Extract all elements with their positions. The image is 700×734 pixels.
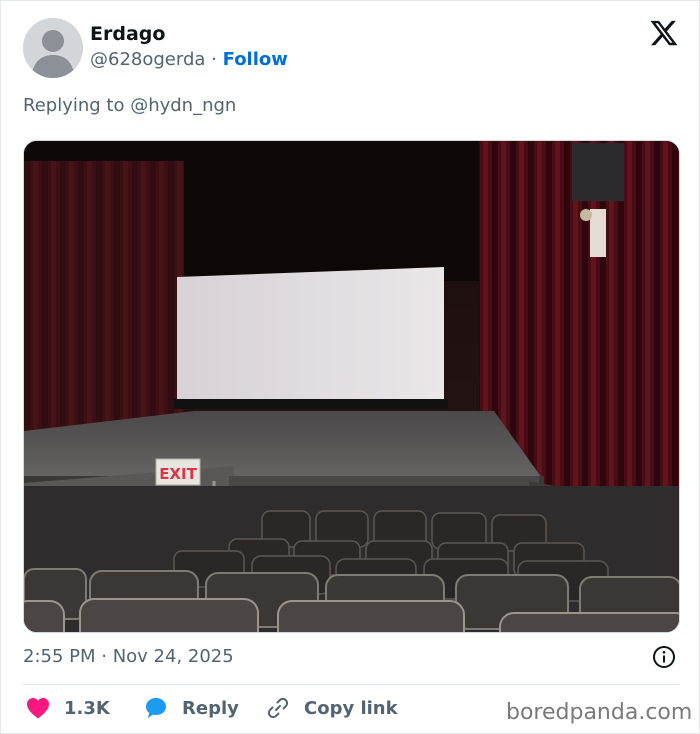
info-icon[interactable] <box>652 645 676 669</box>
reply-label: Reply <box>182 697 239 719</box>
reply-button[interactable]: Reply <box>144 696 239 720</box>
copy-link-button[interactable]: Copy link <box>266 696 398 720</box>
theater-photo: EXIT <box>24 141 679 632</box>
author-handle-row: @628ogerda · Follow <box>90 49 288 70</box>
exit-sign: EXIT <box>159 465 197 483</box>
tweet-timestamp[interactable]: 2:55 PM · Nov 24, 2025 <box>23 646 234 667</box>
link-icon <box>267 697 289 719</box>
tweet-card: Erdago @628ogerda · Follow Replying to @… <box>0 0 700 734</box>
divider <box>23 684 680 685</box>
x-logo-icon[interactable] <box>649 18 679 48</box>
like-count: 1.3K <box>64 697 110 719</box>
watermark: boredpanda.com <box>506 700 693 725</box>
heart-icon <box>27 698 49 719</box>
like-button[interactable]: 1.3K <box>26 696 110 720</box>
author-name[interactable]: Erdago <box>90 23 165 45</box>
avatar[interactable] <box>23 18 83 78</box>
author-handle[interactable]: @628ogerda <box>90 49 205 70</box>
handle-separator: · <box>211 49 217 70</box>
replying-to: Replying to @hydn_ngn <box>23 95 237 116</box>
follow-button[interactable]: Follow <box>223 49 288 70</box>
speech-bubble-icon <box>146 698 166 718</box>
default-avatar-icon <box>23 18 83 78</box>
copy-link-label: Copy link <box>304 697 398 719</box>
tweet-photo[interactable]: EXIT <box>23 140 680 633</box>
